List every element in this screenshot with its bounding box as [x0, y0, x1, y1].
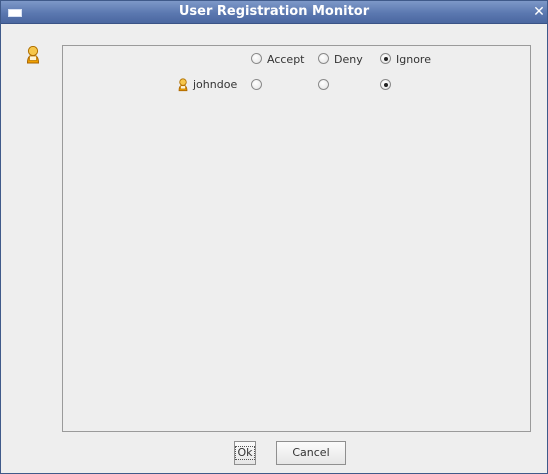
cancel-button-label: Cancel	[292, 446, 330, 459]
user-name: johndoe	[193, 78, 238, 91]
deny-radio[interactable]	[318, 79, 329, 90]
cancel-button[interactable]: Cancel	[276, 441, 346, 465]
window-title: User Registration Monitor	[178, 4, 370, 19]
user-row: johndoe	[63, 76, 530, 94]
ignore-radio[interactable]	[380, 79, 391, 90]
deny-header-label: Deny	[334, 53, 363, 66]
accept-radio[interactable]	[251, 79, 262, 90]
user-icon	[178, 77, 188, 96]
user-icon	[26, 45, 40, 68]
ok-button-label: Ok	[235, 446, 255, 460]
user-list-panel: Accept Deny Ignore johndoe	[62, 45, 531, 432]
accept-header-label: Accept	[267, 53, 305, 66]
ignore-header-label: Ignore	[396, 53, 431, 66]
deny-all-radio[interactable]	[318, 53, 329, 64]
ignore-all-radio[interactable]	[380, 53, 391, 64]
accept-all-radio[interactable]	[251, 53, 262, 64]
registration-monitor-window: User Registration Monitor ✕ Accept Deny …	[0, 0, 548, 474]
ok-button[interactable]: Ok	[234, 441, 256, 465]
title-bar[interactable]: User Registration Monitor ✕	[1, 1, 547, 24]
close-icon[interactable]: ✕	[532, 4, 546, 20]
